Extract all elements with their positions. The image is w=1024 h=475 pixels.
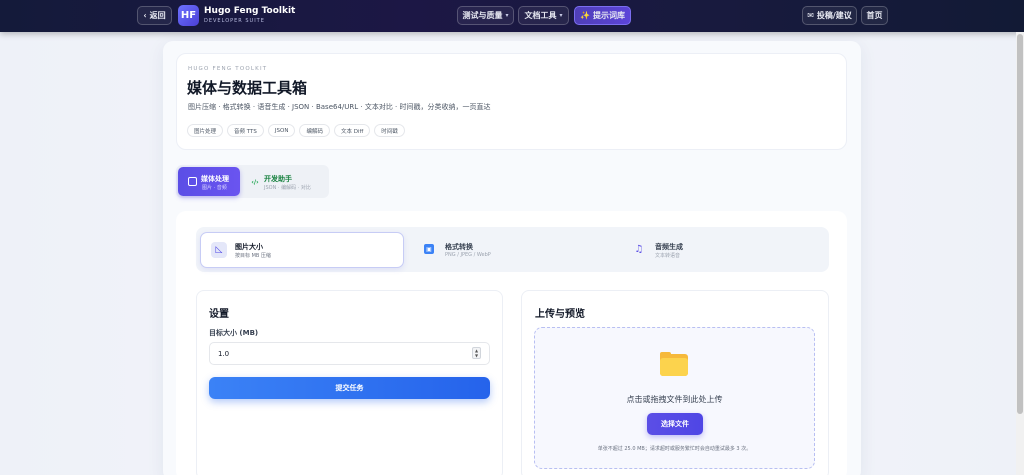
nav-test-quality-dropdown[interactable]: 测试与质量 ▾ — [457, 6, 514, 25]
mail-icon: ✉ — [807, 11, 814, 20]
target-size-label: 目标大小 (MB) — [209, 329, 259, 337]
page-title: 媒体与数据工具箱 — [187, 79, 308, 97]
tag-timestamp: 时间戳 — [374, 124, 405, 137]
stepper-down-icon[interactable]: ▼ — [475, 353, 478, 358]
tab-dev-assistant[interactable]: 开发助手 — [264, 174, 292, 184]
back-button[interactable]: ‹ 返回 — [137, 6, 172, 25]
subtab-format-convert-subtitle[interactable]: PNG / JPEG / WebP — [445, 252, 491, 258]
upload-title: 上传与预览 — [535, 309, 585, 320]
dropzone-text: 点击或拖拽文件到此处上传 — [626, 395, 723, 404]
feedback-label: 投稿/建议 — [816, 11, 852, 20]
music-note-icon[interactable]: ♫ — [633, 243, 645, 255]
chevron-down-icon: ▾ — [559, 12, 563, 19]
chevron-left-icon: ‹ — [143, 11, 147, 20]
tag-image: 图片处理 — [187, 124, 224, 137]
nav-test-quality-label: 测试与质量 — [462, 11, 503, 20]
tag-json: JSON — [267, 124, 296, 137]
ruler-icon: ◺ — [211, 242, 227, 258]
submit-task-button[interactable]: 提交任务 — [209, 377, 490, 399]
sparkle-icon: ✨ — [580, 11, 590, 20]
number-stepper[interactable]: ▲ ▼ — [472, 347, 481, 359]
subtab-image-size-subtitle[interactable]: 按目标 MB 压缩 — [235, 252, 271, 259]
nav-prompt-library-button[interactable]: ✨ 提示词库 — [574, 6, 631, 25]
feature-tags: 图片处理 音频 TTS JSON 编解码 文本 Diff 时间戳 — [187, 124, 405, 137]
subtab-format-convert[interactable]: 格式转换 — [445, 242, 473, 252]
code-icon[interactable]: ‹/› — [250, 177, 260, 187]
image-format-icon[interactable]: ▣ — [424, 244, 434, 254]
tab-dev-subtitle[interactable]: JSON · 编解码 · 对比 — [264, 184, 311, 191]
target-size-input[interactable] — [209, 342, 490, 365]
back-label: 返回 — [149, 11, 166, 20]
tab-media-subtitle[interactable]: 图片 · 音频 — [202, 184, 227, 191]
image-icon — [188, 177, 197, 186]
page-scrollbar-thumb[interactable] — [1017, 34, 1023, 414]
brand-logo[interactable]: HF — [178, 5, 199, 26]
feedback-button[interactable]: ✉ 投稿/建议 — [802, 6, 857, 25]
tag-text-diff: 文本 Diff — [333, 124, 371, 137]
brand-title[interactable]: Hugo Feng Toolkit — [204, 6, 295, 16]
tab-media-title[interactable]: 媒体处理 — [201, 174, 229, 184]
home-button[interactable]: 首页 — [861, 6, 888, 25]
subtab-audio-generate[interactable]: 音频生成 — [655, 242, 683, 252]
subtab-audio-generate-subtitle[interactable]: 文本转语音 — [655, 252, 680, 259]
settings-title: 设置 — [209, 309, 229, 320]
chevron-down-icon: ▾ — [505, 12, 509, 19]
hero-kicker: HUGO FENG TOOLKIT — [188, 66, 268, 72]
folder-icon — [660, 352, 688, 376]
nav-doc-tools-label: 文档工具 — [524, 11, 557, 20]
subtab-image-size[interactable] — [200, 232, 404, 268]
tag-codec: 编解码 — [299, 124, 330, 137]
tag-audio-tts: 音频 TTS — [227, 124, 264, 137]
page-description: 图片压缩 · 格式转换 · 语音生成 · JSON · Base64/URL ·… — [188, 103, 491, 111]
nav-prompt-library-label: 提示词库 — [592, 11, 625, 20]
subtab-image-size-title[interactable]: 图片大小 — [235, 242, 263, 252]
choose-file-button[interactable]: 选择文件 — [647, 413, 703, 435]
upload-limit-note: 单张不超过 25.0 MB；请求超时或服务繁忙时会自动重试最多 3 次。 — [597, 446, 752, 452]
nav-doc-tools-dropdown[interactable]: 文档工具 ▾ — [518, 6, 569, 25]
brand-subtitle: DEVELOPER SUITE — [204, 18, 265, 24]
